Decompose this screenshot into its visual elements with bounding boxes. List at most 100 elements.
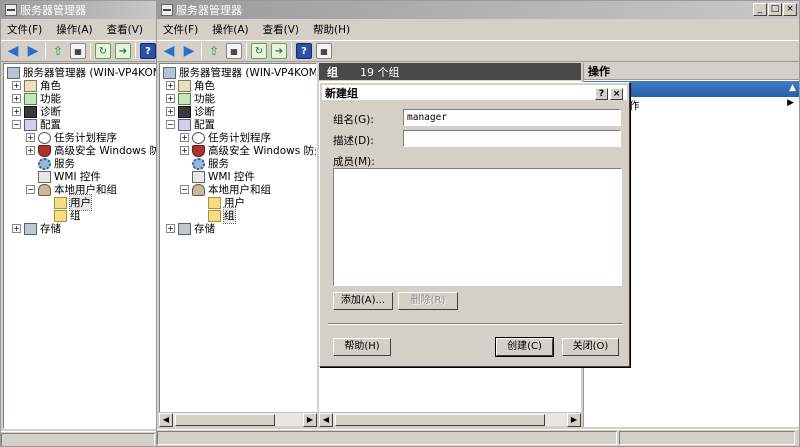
configuration-icon [178, 118, 191, 131]
export-icon[interactable]: ➜ [271, 43, 287, 59]
expand-icon[interactable]: + [166, 94, 175, 103]
tree-item-storage[interactable]: + 存储 [12, 222, 61, 235]
maximize-button[interactable]: □ [768, 3, 782, 16]
diagnostics-icon [24, 105, 37, 118]
collapse-icon[interactable]: − [180, 185, 189, 194]
dialog-help-text-button[interactable]: 帮助(H) [333, 338, 391, 356]
tree-horizontal-scrollbar[interactable]: ◀ ▶ [159, 412, 317, 427]
expand-icon[interactable]: + [180, 133, 189, 142]
dialog-title-bar[interactable]: 新建组 ? × [322, 85, 627, 100]
collapse-icon[interactable]: − [166, 120, 175, 129]
menu-bar-left: 文件(F) 操作(A) 查看(V) [1, 20, 157, 39]
scroll-thumb[interactable] [175, 414, 275, 426]
dialog-close-button[interactable]: × [610, 88, 623, 100]
toolbar-separator [135, 43, 136, 59]
menu-action[interactable]: 操作(A) [56, 22, 92, 37]
users-groups-icon [192, 183, 205, 196]
users-groups-icon [38, 183, 51, 196]
forward-arrow-icon[interactable]: ▶ [25, 43, 41, 59]
wmi-icon [192, 170, 205, 183]
menu-action[interactable]: 操作(A) [212, 22, 248, 37]
configuration-icon [24, 118, 37, 131]
menu-file[interactable]: 文件(F) [163, 22, 198, 37]
create-button[interactable]: 创建(C) [495, 337, 554, 357]
dialog-help-button[interactable]: ? [595, 88, 608, 100]
group-name-input[interactable]: manager [403, 109, 621, 126]
title-bar-left[interactable]: 服务器管理器 [1, 1, 157, 19]
toolbar-separator [90, 43, 91, 59]
group-name-label: 组名(G): [333, 114, 374, 126]
description-input[interactable] [403, 130, 621, 147]
roles-icon [178, 79, 191, 92]
tree-label: 组 [223, 207, 236, 224]
up-folder-icon[interactable]: ⇧ [50, 43, 66, 59]
groups-count: 19 个组 [360, 65, 400, 79]
expand-icon[interactable]: + [26, 146, 35, 155]
collapse-icon[interactable]: − [26, 185, 35, 194]
status-cell [1, 433, 155, 446]
expand-icon[interactable]: + [12, 107, 21, 116]
show-hide-tree-icon[interactable]: ▦ [70, 43, 86, 59]
close-window-button[interactable]: × [783, 3, 797, 16]
scroll-thumb[interactable] [335, 414, 545, 426]
back-arrow-icon[interactable]: ◀ [5, 43, 21, 59]
tree-item-root[interactable]: 服务器管理器 (WIN-VP4KOMGQQ9 [163, 66, 316, 79]
status-cell [157, 431, 617, 445]
menu-view[interactable]: 查看(V) [107, 22, 143, 37]
menu-help[interactable]: 帮助(H) [313, 22, 350, 37]
expand-icon[interactable]: + [12, 81, 21, 90]
expand-icon[interactable]: + [180, 146, 189, 155]
members-list[interactable] [333, 168, 622, 286]
show-hide-tree-icon[interactable]: ▦ [226, 43, 242, 59]
scroll-left-button[interactable]: ◀ [159, 412, 173, 427]
tree-item-root[interactable]: 服务器管理器 (WIN-VP4KOMGQQ9 [7, 66, 156, 79]
minimize-button[interactable]: _ [753, 3, 767, 16]
help-icon[interactable]: ? [140, 43, 156, 59]
tree-item-firewall[interactable]: + 高级安全 Windows 防火墙 [26, 144, 156, 157]
firewall-shield-icon [192, 144, 205, 157]
refresh-icon[interactable]: ↻ [95, 43, 111, 59]
tree-label: 存储 [40, 223, 61, 235]
roles-icon [24, 79, 37, 92]
back-arrow-icon[interactable]: ◀ [161, 43, 177, 59]
scroll-right-button[interactable]: ▶ [567, 412, 581, 427]
expand-icon[interactable]: + [12, 224, 21, 233]
scroll-right-button[interactable]: ▶ [303, 412, 317, 427]
menu-bar-main: 文件(F) 操作(A) 查看(V) 帮助(H) [157, 20, 799, 39]
expand-icon[interactable]: + [12, 94, 21, 103]
expand-icon[interactable]: + [26, 133, 35, 142]
storage-icon [24, 222, 37, 235]
menu-file[interactable]: 文件(F) [7, 22, 42, 37]
forward-arrow-icon[interactable]: ▶ [181, 43, 197, 59]
members-label: 成员(M): [333, 156, 375, 168]
tree-label: 存储 [194, 223, 215, 235]
export-icon[interactable]: ➜ [115, 43, 131, 59]
description-label: 描述(D): [333, 135, 374, 147]
groups-header-title: 组 [327, 65, 338, 79]
properties-icon[interactable]: ▦ [316, 43, 332, 59]
tree-item-firewall[interactable]: + 高级安全 Windows 防火墙 [180, 144, 316, 157]
toolbar-separator [45, 43, 46, 59]
expand-icon[interactable]: + [166, 107, 175, 116]
refresh-icon[interactable]: ↻ [251, 43, 267, 59]
collapse-arrow-icon[interactable]: ▲ [789, 83, 796, 93]
server-icon [163, 66, 176, 79]
close-dialog-button[interactable]: 关闭(O) [562, 338, 619, 356]
window-controls: _ □ × [753, 3, 797, 16]
expand-icon[interactable]: + [166, 81, 175, 90]
expand-icon[interactable]: + [166, 224, 175, 233]
scroll-left-button[interactable]: ◀ [319, 412, 333, 427]
tree-item-storage[interactable]: + 存储 [166, 222, 215, 235]
up-folder-icon[interactable]: ⇧ [206, 43, 222, 59]
tree-pane-left: 服务器管理器 (WIN-VP4KOMGQQ9 + 角色 + 功能 + 诊断 − … [3, 63, 157, 429]
title-bar-main[interactable]: 服务器管理器 _ □ × [157, 1, 799, 19]
menu-view[interactable]: 查看(V) [263, 22, 299, 37]
toolbar-left: ◀ ▶ ⇧ ▦ ↻ ➜ ? [1, 40, 157, 62]
groups-horizontal-scrollbar[interactable]: ◀ ▶ [319, 412, 581, 427]
remove-member-button[interactable]: 删除(R) [398, 292, 458, 310]
add-member-button[interactable]: 添加(A)... [333, 292, 393, 310]
collapse-icon[interactable]: − [12, 120, 21, 129]
features-icon [178, 92, 191, 105]
help-icon[interactable]: ? [296, 43, 312, 59]
server-manager-window-left: 服务器管理器 文件(F) 操作(A) 查看(V) ◀ ▶ ⇧ ▦ ↻ ➜ ? 服… [0, 0, 158, 447]
